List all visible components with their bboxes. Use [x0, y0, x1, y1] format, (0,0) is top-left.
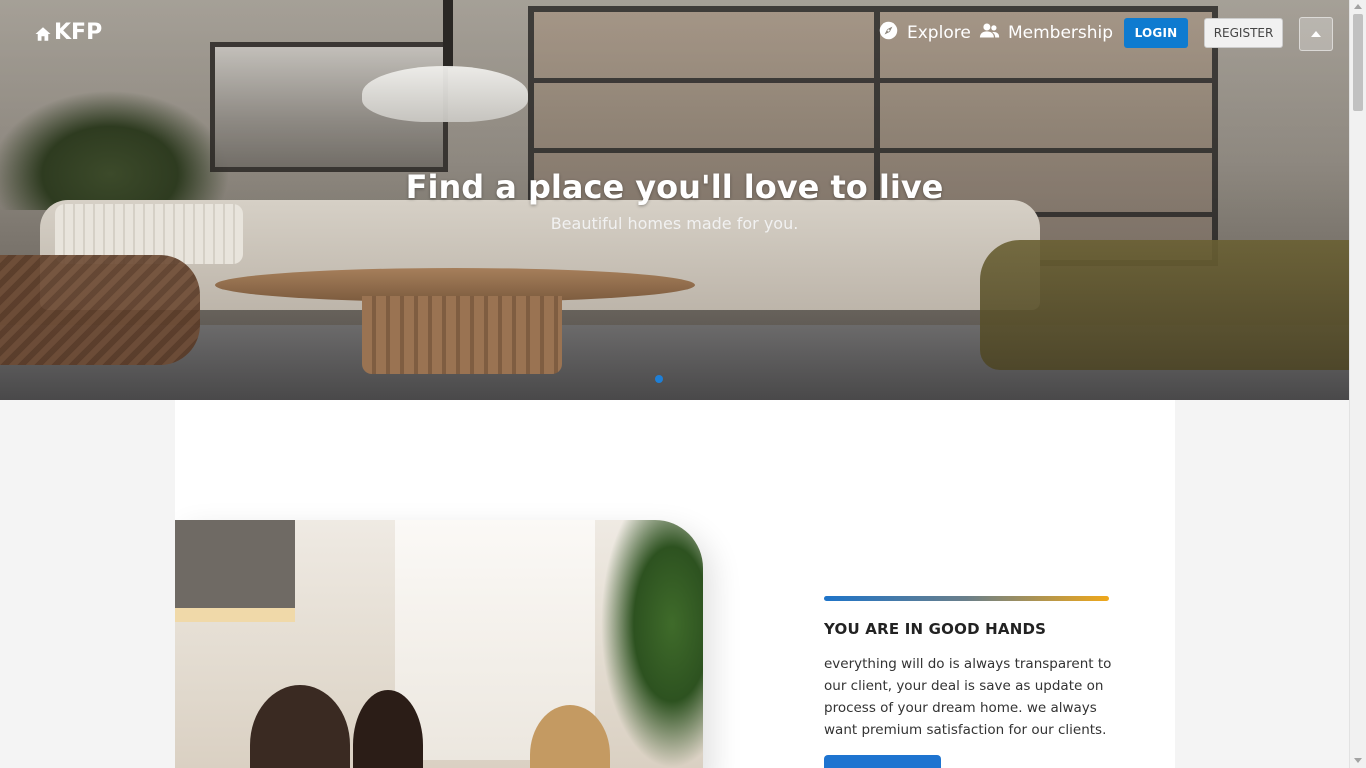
carousel-indicator[interactable] — [655, 375, 663, 383]
brand-logo[interactable]: KFP — [34, 20, 102, 45]
photo-person — [250, 685, 350, 768]
scroll-thumb[interactable] — [1353, 14, 1363, 111]
nav-membership-link[interactable]: Membership — [979, 20, 1113, 46]
logo-text: KFP — [54, 20, 103, 45]
section-accent-bar — [824, 596, 1109, 601]
nav-explore-label: Explore — [907, 23, 971, 43]
hero-armchair — [980, 240, 1349, 370]
top-navbar: KFP Explore Membership LOGIN REGISTER — [0, 0, 1349, 66]
photo-cabinet — [175, 520, 295, 608]
main-content: YOU ARE IN GOOD HANDS everything will do… — [175, 400, 1175, 768]
nav-explore-link[interactable]: Explore — [878, 20, 971, 46]
nav-membership-label: Membership — [1008, 23, 1114, 43]
hero-subtitle: Beautiful homes made for you. — [550, 214, 799, 233]
photo-plant — [595, 520, 703, 768]
nav-dropdown-toggle[interactable] — [1299, 17, 1333, 51]
hero-title: Find a place you'll love to live — [405, 168, 944, 206]
register-button[interactable]: REGISTER — [1204, 18, 1283, 48]
section-text: everything will do is always transparent… — [824, 656, 1112, 738]
page-scrollbar[interactable] — [1349, 0, 1366, 768]
hero-lamp — [362, 66, 528, 122]
photo-cabinet-light — [175, 608, 295, 622]
people-icon — [979, 20, 1000, 46]
caret-up-icon — [1311, 31, 1321, 37]
section-cta-button[interactable] — [824, 755, 941, 768]
scroll-down-arrow-icon[interactable] — [1354, 758, 1362, 763]
compass-icon — [878, 20, 899, 46]
hero-throw-blanket — [0, 255, 200, 365]
hero-table-base — [362, 296, 562, 374]
section-title: YOU ARE IN GOOD HANDS — [824, 620, 1047, 638]
family-photo — [175, 520, 703, 768]
login-button[interactable]: LOGIN — [1124, 18, 1188, 48]
scroll-up-arrow-icon[interactable] — [1354, 4, 1362, 9]
home-icon — [34, 24, 52, 42]
